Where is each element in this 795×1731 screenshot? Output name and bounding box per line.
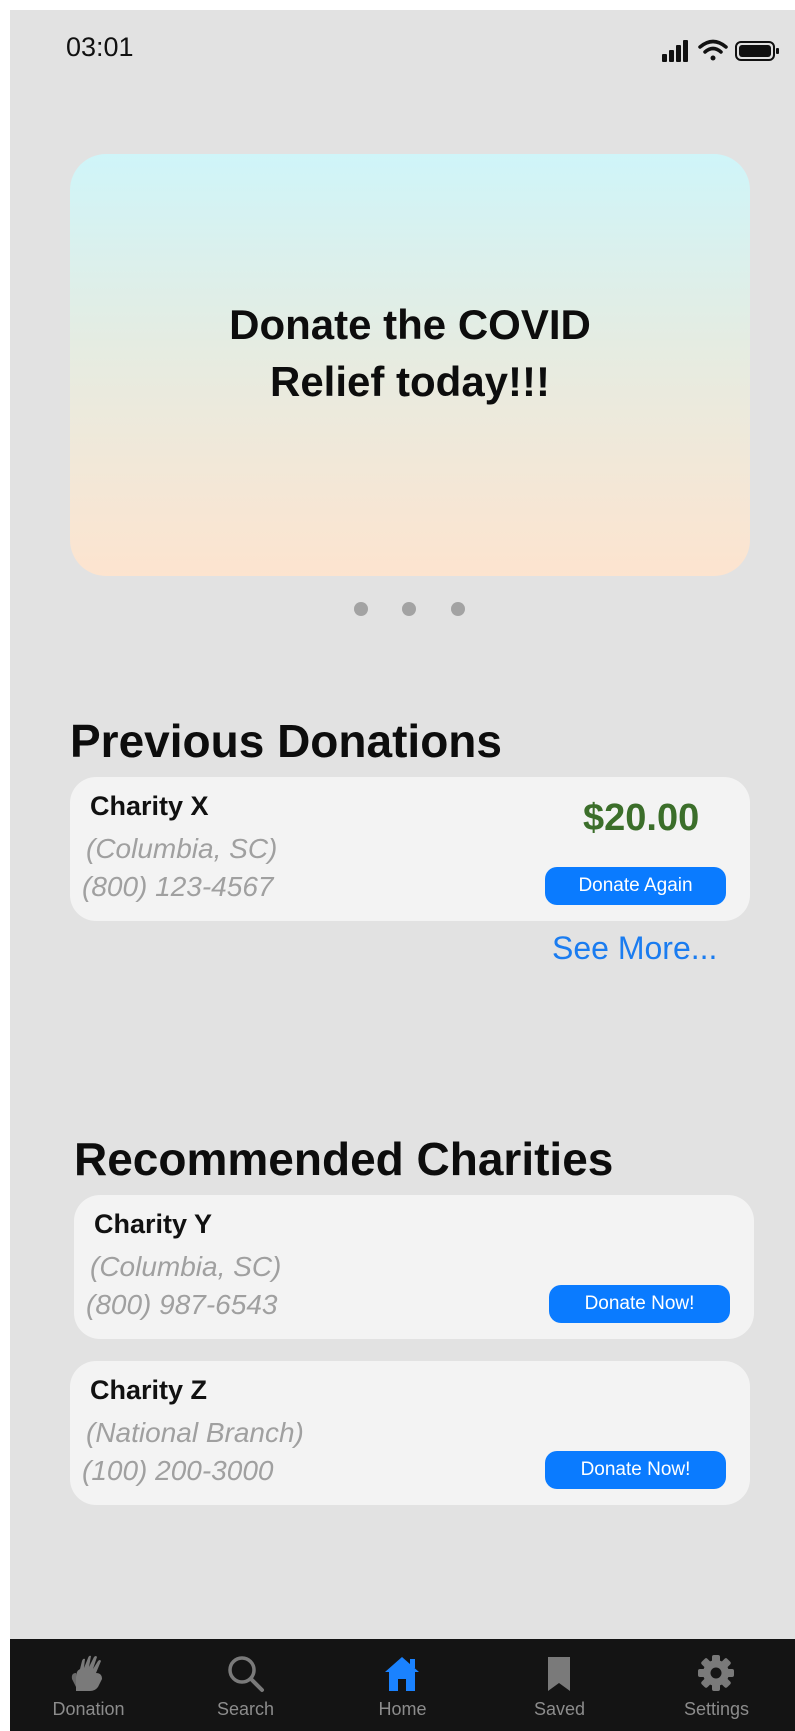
status-time: 03:01 [66, 32, 134, 62]
app-screen: 03:01 Donate the COVID Relief today!!! P… [10, 10, 795, 1731]
donation-amount: $20.00 [583, 797, 700, 839]
charity-phone: (100) 200-3000 [82, 1455, 274, 1486]
see-more-link[interactable]: See More... [552, 930, 717, 967]
carousel-dot[interactable] [402, 602, 416, 616]
previous-donations-title: Previous Donations [70, 715, 502, 767]
tab-label: Donation [52, 1699, 125, 1719]
signal-icon [662, 40, 688, 62]
carousel-dot[interactable] [354, 602, 368, 616]
tab-saved[interactable]: Saved [481, 1639, 638, 1731]
gear-icon [698, 1655, 734, 1691]
donate-again-button[interactable]: Donate Again [545, 867, 726, 905]
status-icons [662, 39, 779, 62]
donate-now-button[interactable]: Donate Now! [545, 1451, 726, 1489]
charity-name: Charity Y [94, 1209, 213, 1239]
charity-card[interactable]: Charity Z (National Branch) (100) 200-30… [70, 1361, 750, 1505]
carousel-dot[interactable] [451, 602, 465, 616]
home-icon [385, 1657, 419, 1691]
charity-phone: (800) 123-4567 [82, 871, 274, 902]
tab-label: Home [378, 1699, 427, 1719]
tab-search[interactable]: Search [167, 1639, 324, 1731]
wifi-icon [698, 39, 728, 61]
charity-location: (Columbia, SC) [90, 1251, 282, 1282]
banner-text: Donate the COVID Relief today!!! [229, 301, 591, 405]
tab-label: Settings [683, 1699, 750, 1719]
charity-phone: (800) 987-6543 [86, 1289, 278, 1320]
hands-icon [71, 1655, 102, 1691]
donation-card[interactable]: Charity X (Columbia, SC) (800) 123-4567 … [70, 777, 750, 921]
battery-icon [735, 41, 779, 61]
recommended-charities-title: Recommended Charities [74, 1133, 614, 1185]
tab-home[interactable]: Home [324, 1639, 481, 1731]
search-icon [228, 1656, 264, 1692]
charity-location: (National Branch) [86, 1417, 304, 1448]
tab-label: Search [216, 1699, 275, 1719]
tab-label: Saved [533, 1699, 586, 1719]
charity-name: Charity Z [90, 1375, 208, 1405]
promo-banner[interactable]: Donate the COVID Relief today!!! [70, 154, 750, 576]
tab-donation[interactable]: Donation [10, 1639, 167, 1731]
donate-now-button[interactable]: Donate Now! [549, 1285, 730, 1323]
tab-settings[interactable]: Settings [638, 1639, 795, 1731]
charity-location: (Columbia, SC) [86, 833, 278, 864]
charity-name: Charity X [90, 791, 209, 821]
bookmark-icon [548, 1657, 570, 1691]
tab-bar: Donation Search Home Saved Settings [10, 1639, 795, 1731]
charity-card[interactable]: Charity Y (Columbia, SC) (800) 987-6543 … [74, 1195, 754, 1339]
